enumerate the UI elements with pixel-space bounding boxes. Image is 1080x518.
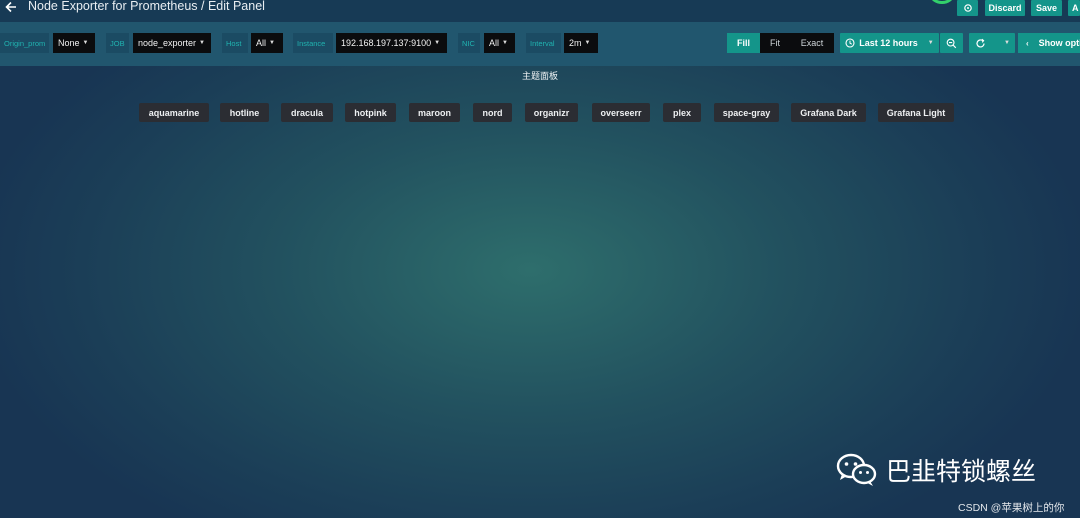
show-options-button[interactable]: ‹ Show opti bbox=[1018, 33, 1080, 53]
var-label-origin-prom: Origin_prom bbox=[0, 33, 49, 53]
var-label-job: JOB bbox=[106, 33, 129, 53]
size-mode-fill[interactable]: Fill bbox=[727, 33, 760, 53]
chevron-down-icon: ▼ bbox=[269, 40, 275, 46]
zoom-out-icon bbox=[946, 38, 957, 48]
discard-button[interactable]: Discard bbox=[985, 0, 1025, 16]
apply-button[interactable]: A bbox=[1068, 0, 1080, 16]
theme-button-grafana-light[interactable]: Grafana Light bbox=[878, 103, 954, 122]
theme-button-plex[interactable]: plex bbox=[663, 103, 701, 122]
watermark-credit: CSDN @苹果树上的你 bbox=[958, 502, 1065, 514]
watermark-brand: 巴韭特锁螺丝 bbox=[886, 458, 1037, 486]
var-select-interval[interactable]: 2m ▼ bbox=[564, 33, 598, 53]
chevron-left-icon: ‹ bbox=[1026, 38, 1029, 48]
var-select-origin-prom[interactable]: None ▼ bbox=[53, 33, 95, 53]
var-select-host[interactable]: All ▼ bbox=[251, 33, 283, 53]
variables-toolbar: Origin_prom None ▼ JOB node_exporter ▼ Hos… bbox=[0, 22, 1080, 66]
chevron-down-icon: ▼ bbox=[82, 40, 89, 46]
var-label-instance: Instance bbox=[293, 33, 333, 53]
refresh-button[interactable]: ▼ bbox=[969, 33, 1015, 53]
clock-icon bbox=[845, 38, 855, 48]
chevron-down-icon: ▼ bbox=[502, 40, 508, 46]
settings-button[interactable] bbox=[957, 0, 978, 16]
theme-button-aquamarine[interactable]: aquamarine bbox=[139, 103, 209, 122]
var-label-interval: Interval bbox=[526, 33, 561, 53]
time-range-picker[interactable]: Last 12 hours ▼ bbox=[840, 33, 939, 53]
size-mode-fit[interactable]: Fit bbox=[760, 33, 790, 53]
chevron-down-icon: ▼ bbox=[927, 40, 934, 46]
watermark: 巴韭特锁螺丝 bbox=[836, 452, 1036, 488]
top-bar: Node Exporter for Prometheus / Edit Pane… bbox=[0, 0, 1080, 22]
var-select-job[interactable]: node_exporter ▼ bbox=[133, 33, 211, 53]
gear-icon bbox=[963, 4, 972, 12]
chevron-down-icon: ▼ bbox=[434, 40, 441, 46]
back-arrow-icon[interactable] bbox=[4, 0, 18, 14]
zoom-out-button[interactable] bbox=[940, 33, 963, 53]
panel-title: 主题面板 bbox=[521, 71, 558, 81]
var-select-nic[interactable]: All ▼ bbox=[484, 33, 515, 53]
page-title: Node Exporter for Prometheus / Edit Pane… bbox=[28, 0, 265, 13]
wechat-icon bbox=[836, 453, 877, 486]
theme-button-nord[interactable]: nord bbox=[473, 103, 512, 122]
var-label-nic: NIC bbox=[458, 33, 480, 53]
theme-button-hotpink[interactable]: hotpink bbox=[345, 103, 396, 122]
chevron-down-icon[interactable]: ▼ bbox=[1004, 40, 1010, 46]
chevron-down-icon: ▼ bbox=[199, 40, 205, 46]
user-avatar-ring bbox=[930, 0, 954, 4]
size-mode-exact[interactable]: Exact bbox=[790, 33, 834, 53]
theme-button-hotline[interactable]: hotline bbox=[220, 103, 269, 122]
var-label-host: Host bbox=[222, 33, 248, 53]
refresh-icon bbox=[976, 38, 985, 48]
var-select-instance[interactable]: 192.168.197.137:9100 ▼ bbox=[336, 33, 447, 53]
theme-button-overseerr[interactable]: overseerr bbox=[592, 103, 650, 122]
theme-button-grafana-dark[interactable]: Grafana Dark bbox=[791, 103, 866, 122]
theme-button-space-gray[interactable]: space-gray bbox=[714, 103, 779, 122]
chevron-down-icon: ▼ bbox=[584, 40, 591, 46]
save-button[interactable]: Save bbox=[1031, 0, 1062, 16]
theme-button-dracula[interactable]: dracula bbox=[281, 103, 333, 122]
theme-button-organizr[interactable]: organizr bbox=[525, 103, 578, 122]
theme-button-maroon[interactable]: maroon bbox=[409, 103, 460, 122]
